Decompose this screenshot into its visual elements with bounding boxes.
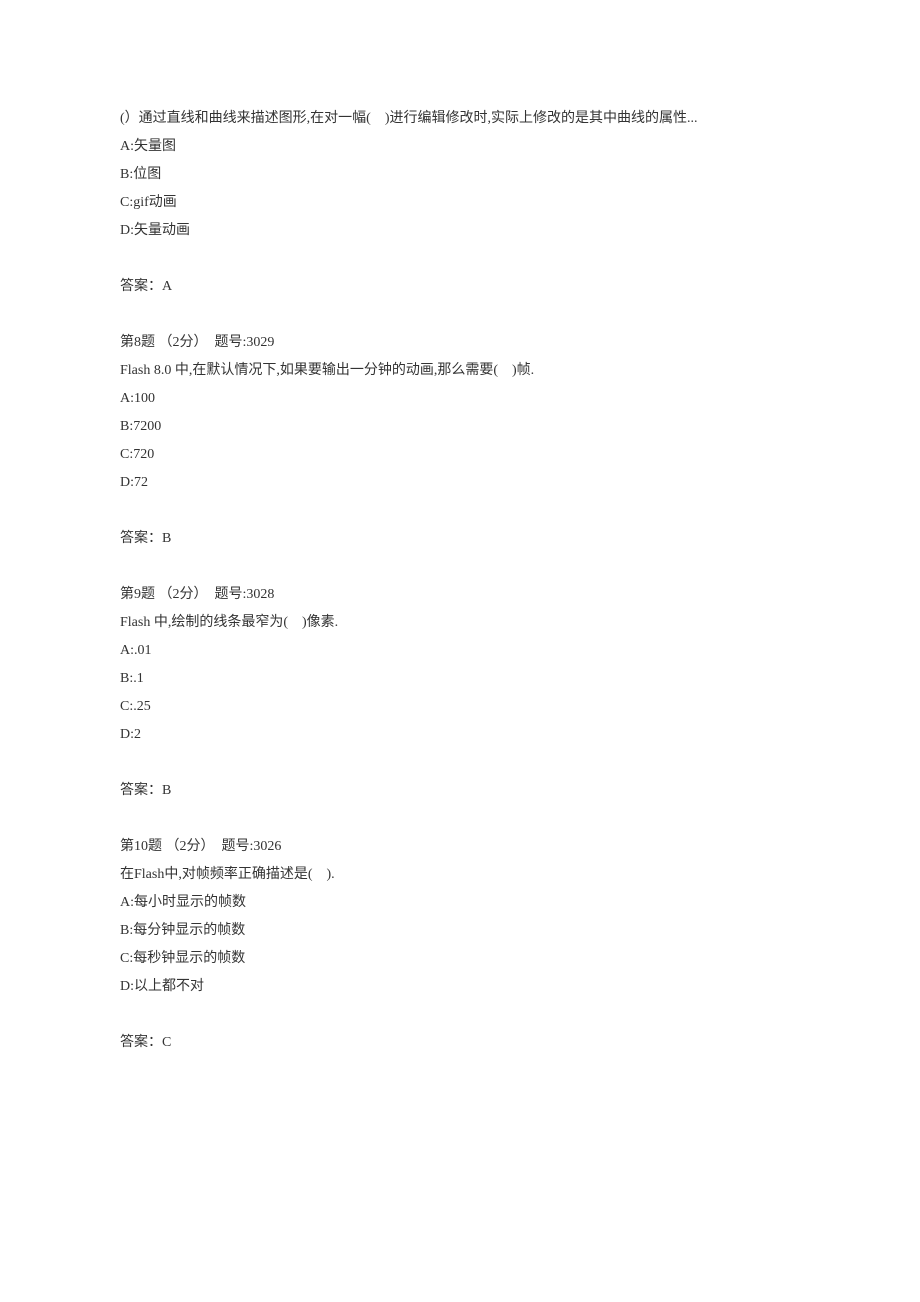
question-10: 第10题 （2分） 题号:3026 在Flash中,对帧频率正确描述是( ). … bbox=[120, 833, 800, 1057]
question-8: 第8题 （2分） 题号:3029 Flash 8.0 中,在默认情况下,如果要输… bbox=[120, 329, 800, 553]
option-b: B:位图 bbox=[120, 161, 800, 189]
option-b: B:.1 bbox=[120, 665, 800, 693]
question-7: (）通过直线和曲线来描述图形,在对一幅( )进行编辑修改时,实际上修改的是其中曲… bbox=[120, 105, 800, 301]
option-c: C:720 bbox=[120, 441, 800, 469]
option-c: C:gif动画 bbox=[120, 189, 800, 217]
option-d: D:72 bbox=[120, 469, 800, 497]
answer-text: 答案：B bbox=[120, 525, 800, 553]
option-a: A:矢量图 bbox=[120, 133, 800, 161]
option-d: D:2 bbox=[120, 721, 800, 749]
question-prompt: Flash 8.0 中,在默认情况下,如果要输出一分钟的动画,那么需要( )帧. bbox=[120, 357, 800, 385]
question-prompt: (）通过直线和曲线来描述图形,在对一幅( )进行编辑修改时,实际上修改的是其中曲… bbox=[120, 105, 800, 133]
answer-text: 答案：A bbox=[120, 273, 800, 301]
question-header: 第8题 （2分） 题号:3029 bbox=[120, 329, 800, 357]
option-b: B:7200 bbox=[120, 413, 800, 441]
question-header: 第9题 （2分） 题号:3028 bbox=[120, 581, 800, 609]
question-prompt: Flash 中,绘制的线条最窄为( )像素. bbox=[120, 609, 800, 637]
answer-text: 答案：C bbox=[120, 1029, 800, 1057]
option-c: C:.25 bbox=[120, 693, 800, 721]
question-9: 第9题 （2分） 题号:3028 Flash 中,绘制的线条最窄为( )像素. … bbox=[120, 581, 800, 805]
question-header: 第10题 （2分） 题号:3026 bbox=[120, 833, 800, 861]
option-a: A:100 bbox=[120, 385, 800, 413]
option-b: B:每分钟显示的帧数 bbox=[120, 917, 800, 945]
option-c: C:每秒钟显示的帧数 bbox=[120, 945, 800, 973]
answer-text: 答案：B bbox=[120, 777, 800, 805]
option-d: D:以上都不对 bbox=[120, 973, 800, 1001]
option-a: A:.01 bbox=[120, 637, 800, 665]
question-prompt: 在Flash中,对帧频率正确描述是( ). bbox=[120, 861, 800, 889]
option-d: D:矢量动画 bbox=[120, 217, 800, 245]
option-a: A:每小时显示的帧数 bbox=[120, 889, 800, 917]
